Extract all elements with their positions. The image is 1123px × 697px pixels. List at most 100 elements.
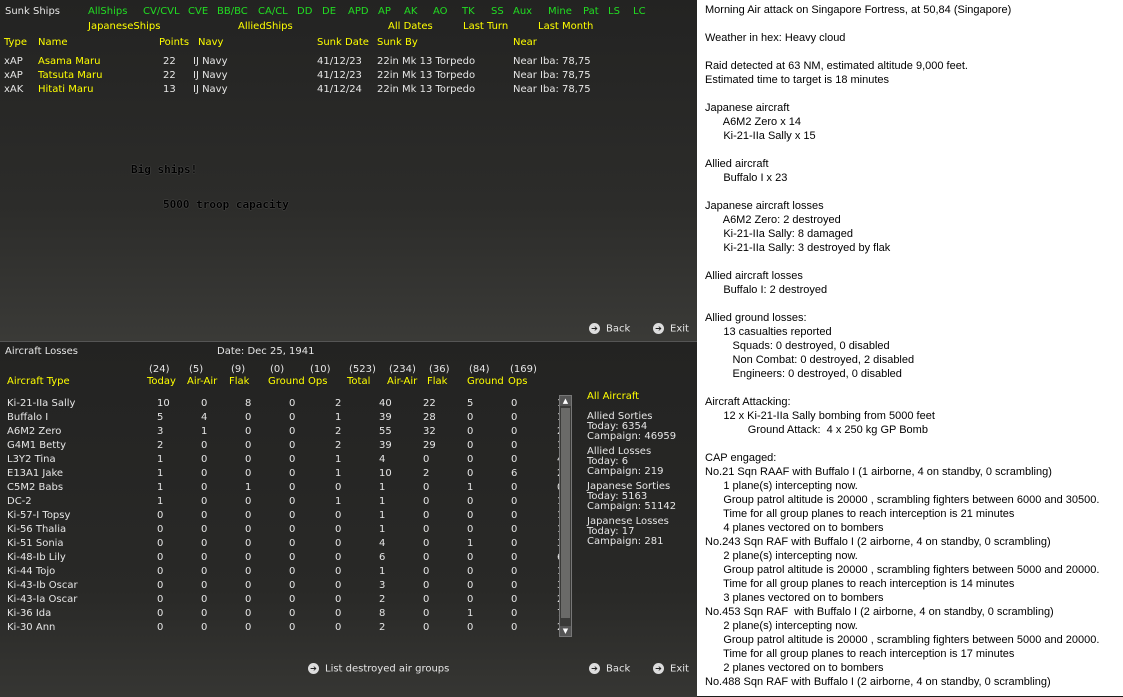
loss-value: 0 (511, 425, 518, 437)
total-value: (5) (189, 364, 204, 375)
aircraft-name: Ki-21-IIa Sally (7, 397, 76, 409)
loss-value: 0 (201, 565, 208, 577)
ship-filter-aux[interactable]: Aux (513, 6, 532, 17)
sunk-col-name[interactable]: Name (38, 37, 68, 48)
scroll-thumb[interactable] (561, 408, 570, 618)
filter-lastmonth[interactable]: Last Month (538, 21, 593, 32)
sunk-col-near[interactable]: Near (513, 37, 537, 48)
loss-value: 0 (157, 593, 164, 605)
scroll-down-icon[interactable]: ▼ (560, 626, 571, 636)
report-line: Non Combat: 0 destroyed, 2 disabled (705, 354, 915, 366)
sunk-cell: 22in Mk 13 Torpedo (377, 70, 476, 81)
table-row[interactable]: Ki-56 Thalia0000010001 (4, 522, 587, 536)
loss-value: 0 (335, 621, 342, 633)
ship-filter-cve[interactable]: CVE (188, 6, 208, 17)
col-ops-campaign[interactable]: Ops (508, 376, 527, 387)
ship-filter-cvcvl[interactable]: CV/CVL (143, 6, 180, 17)
ship-filter-ss[interactable]: SS (491, 6, 504, 17)
col-airair-today[interactable]: Air-Air (187, 376, 217, 387)
losses-back-button[interactable]: ➔ Back (589, 663, 630, 675)
list-destroyed-air-groups-button[interactable]: ➔ List destroyed air groups (308, 663, 449, 675)
ship-filter-ls[interactable]: LS (608, 6, 620, 17)
loss-value: 0 (245, 565, 252, 577)
col-ops-today[interactable]: Ops (308, 376, 327, 387)
loss-value: 32 (423, 425, 436, 437)
all-aircraft-filter[interactable]: All Aircraft (587, 391, 639, 402)
ship-filter-bbbc[interactable]: BB/BC (217, 6, 248, 17)
loss-value: 0 (511, 411, 518, 423)
loss-value: 0 (201, 481, 208, 493)
col-aircraft-type[interactable]: Aircraft Type (7, 376, 70, 387)
ship-filter-ap[interactable]: AP (378, 6, 391, 17)
loss-value: 2 (335, 397, 342, 409)
table-row[interactable]: A6M2 Zero3100255320023 (4, 424, 587, 438)
exit-arrow-icon: ➔ (653, 323, 664, 334)
col-flak-today[interactable]: Flak (229, 376, 249, 387)
filter-alliedships[interactable]: AlliedShips (238, 21, 293, 32)
ship-filter-dd[interactable]: DD (297, 6, 312, 17)
sunk-cell: 41/12/23 (317, 70, 362, 81)
table-row[interactable]: G4M1 Betty2000239290010 (4, 438, 587, 452)
sunk-ships-panel: Sunk Ships AllShips CV/CVL CVE BB/BC CA/CL DD… (0, 0, 697, 341)
sunk-col-points[interactable]: Points (159, 37, 189, 48)
ship-filter-allships[interactable]: AllShips (88, 6, 127, 17)
ship-filter-lc[interactable]: LC (633, 6, 646, 17)
loss-value: 0 (511, 579, 518, 591)
col-ground-campaign[interactable]: Ground (467, 376, 504, 387)
loss-value: 22 (423, 397, 436, 409)
sunk-cell: Near Iba: 78,75 (513, 70, 591, 81)
sunk-cell: 22in Mk 13 Torpedo (377, 56, 476, 67)
report-line: 2 planes vectored on to bombers (705, 662, 884, 674)
col-total-campaign[interactable]: Total (347, 376, 370, 387)
losses-exit-button[interactable]: ➔ Exit (653, 663, 689, 675)
table-row[interactable]: Ki-48-Ib Lily0000060006 (4, 550, 587, 564)
sunk-col-sunkby[interactable]: Sunk By (377, 37, 418, 48)
ship-filter-ak[interactable]: AK (404, 6, 417, 17)
total-value: (0) (270, 364, 285, 375)
filter-japaneseships[interactable]: JapaneseShips (88, 21, 160, 32)
ship-filter-cacl[interactable]: CA/CL (258, 6, 288, 17)
sunk-exit-button[interactable]: ➔ Exit (653, 323, 689, 335)
ship-filter-de[interactable]: DE (322, 6, 336, 17)
stat-campaign: Campaign: 219 (587, 466, 664, 477)
sunk-col-navy[interactable]: Navy (198, 37, 223, 48)
col-ground-today[interactable]: Ground (268, 376, 305, 387)
ship-filter-ao[interactable]: AO (433, 6, 448, 17)
loss-value: 0 (423, 551, 430, 563)
filter-alldates[interactable]: All Dates (388, 21, 433, 32)
table-row[interactable]: Ki-30 Ann0000020002 (4, 620, 587, 634)
loss-value: 0 (289, 425, 296, 437)
table-row[interactable]: Buffalo I5400139280011 (4, 410, 587, 424)
loss-value: 0 (423, 495, 430, 507)
sunk-col-sunkdate[interactable]: Sunk Date (317, 37, 369, 48)
table-row[interactable]: Ki-43-Ia Oscar0000020002 (4, 592, 587, 606)
losses-scrollbar[interactable]: ▲ ▼ (559, 395, 572, 637)
table-row[interactable]: Ki-51 Sonia0000040103 (4, 536, 587, 550)
table-row[interactable]: Ki-21-IIa Sally10080240225013 (4, 396, 587, 410)
scroll-up-icon[interactable]: ▲ (560, 396, 571, 406)
filter-lastturn[interactable]: Last Turn (463, 21, 508, 32)
ship-filter-tk[interactable]: TK (462, 6, 475, 17)
ship-filter-pat[interactable]: Pat (583, 6, 599, 17)
loss-value: 0 (423, 537, 430, 549)
table-row[interactable]: L3Y2 Tina1000140004 (4, 452, 587, 466)
ship-filter-mine[interactable]: Mine (548, 6, 572, 17)
sunk-col-type[interactable]: Type (4, 37, 27, 48)
table-row[interactable]: Ki-44 Tojo0000010001 (4, 564, 587, 578)
total-value: (10) (310, 364, 331, 375)
table-row[interactable]: C5M2 Babs1010010100 (4, 480, 587, 494)
ship-filter-apd[interactable]: APD (348, 6, 369, 17)
loss-value: 0 (467, 411, 474, 423)
col-airair-campaign[interactable]: Air-Air (387, 376, 417, 387)
loss-value: 2 (423, 467, 430, 479)
sunk-back-button[interactable]: ➔ Back (589, 323, 630, 335)
loss-value: 1 (157, 495, 164, 507)
loss-value: 0 (511, 523, 518, 535)
table-row[interactable]: Ki-36 Ida0000080107 (4, 606, 587, 620)
table-row[interactable]: E13A1 Jake10001102062 (4, 466, 587, 480)
col-flak-campaign[interactable]: Flak (427, 376, 447, 387)
col-today-today[interactable]: Today (147, 376, 176, 387)
table-row[interactable]: Ki-43-Ib Oscar0000030003 (4, 578, 587, 592)
table-row[interactable]: DC-21000110001 (4, 494, 587, 508)
table-row[interactable]: Ki-57-I Topsy0000010001 (4, 508, 587, 522)
